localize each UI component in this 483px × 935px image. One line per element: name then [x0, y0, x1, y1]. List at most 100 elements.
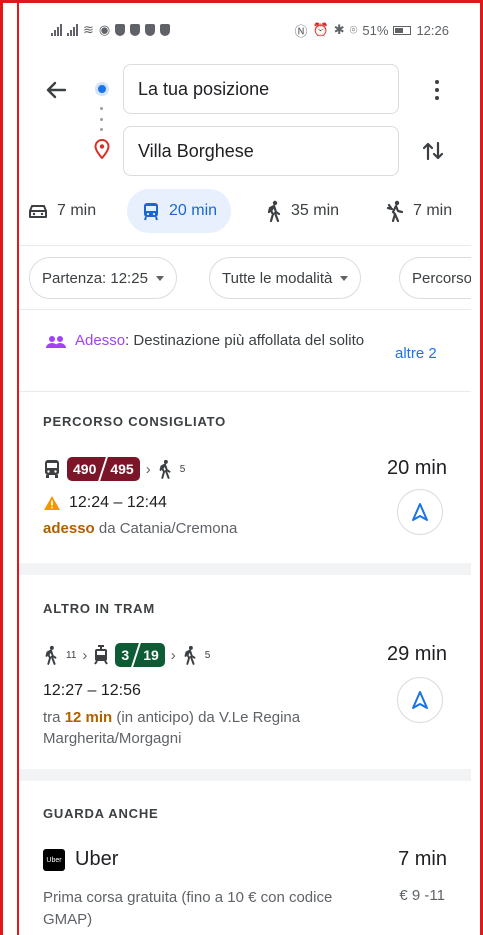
- bus-line-badge: 490 495: [67, 457, 140, 481]
- signal-icon: [67, 24, 78, 36]
- divider: [19, 309, 471, 310]
- transit-icon: [144, 203, 158, 221]
- alarm-icon: ⏰: [312, 22, 329, 37]
- tab-ride[interactable]: 7 min: [385, 189, 452, 233]
- tram-detail: tra 12 min (in anticipo) da V.Le Regina …: [43, 707, 373, 749]
- battery-percent: 51%: [362, 22, 389, 38]
- status-bar: ≋ ◉ Ⓝ ⏰ ✱ ⌾ 51% 12:26: [19, 3, 471, 57]
- tram-wait: 12 min: [64, 709, 113, 726]
- recommended-route-steps[interactable]: 490 495 › 5: [43, 455, 185, 483]
- modes-filter-label: Tutte le modalità: [222, 269, 333, 287]
- crowd-alert-message: : Destinazione più affollata del solito: [125, 332, 365, 349]
- shield-icon: [145, 24, 156, 36]
- destination-pin-icon: [94, 138, 110, 160]
- chevron-right-icon: ›: [145, 460, 151, 478]
- origin-dot-icon: [95, 82, 109, 96]
- chevron-right-icon: ›: [82, 646, 88, 664]
- car-icon: [29, 205, 47, 218]
- tram-times: 12:27 – 12:56: [43, 682, 141, 699]
- destination-input[interactable]: Villa Borghese: [123, 126, 399, 176]
- section-separator: [19, 563, 471, 575]
- modes-filter-chip[interactable]: Tutte le modalità: [209, 257, 362, 299]
- tram-detail-prefix: tra: [43, 709, 65, 726]
- ride-icon: [386, 200, 404, 222]
- now-label: adesso: [43, 520, 95, 537]
- tram-line-badge: 3 19: [115, 643, 165, 667]
- tram-icon: [94, 645, 109, 665]
- walk-icon: [45, 645, 57, 665]
- walk-icon: [267, 200, 281, 222]
- swap-icon[interactable]: [419, 137, 447, 165]
- tab-walk[interactable]: 35 min: [265, 189, 339, 233]
- bluetooth-icon: ✱: [333, 22, 345, 37]
- car-duration: 7 min: [57, 202, 97, 219]
- nfc-icon: Ⓝ: [294, 23, 308, 39]
- crowd-alert: Adesso: Destinazione più affollata del s…: [19, 315, 471, 391]
- uber-promo-text: Prima corsa gratuita (fino a 10 € con co…: [43, 889, 333, 928]
- uber-option-name[interactable]: Uber: [75, 848, 118, 871]
- tab-transit[interactable]: 20 min: [127, 189, 232, 233]
- shield-icon: [130, 24, 141, 36]
- ride-duration: 7 min: [413, 202, 453, 219]
- filter-chips: Partenza: 12:25 Tutte le modalità Percor…: [19, 257, 471, 301]
- origin-input[interactable]: La tua posizione: [123, 64, 399, 114]
- bus-line-number: 495: [110, 461, 134, 477]
- navigate-button[interactable]: [397, 489, 443, 535]
- chevron-right-icon: ›: [170, 646, 176, 664]
- chevron-down-icon: [155, 275, 164, 281]
- departure-filter-label: Partenza: 12:25: [42, 269, 148, 287]
- see-also-title: GUARDA ANCHE: [43, 806, 159, 821]
- navigation-arrow-icon: [412, 503, 428, 521]
- divider: [19, 245, 471, 246]
- walk-minutes: 5: [179, 463, 186, 475]
- uber-duration: 7 min: [398, 848, 447, 870]
- recommended-times-row: 12:24 – 12:44: [43, 494, 167, 512]
- app-screen: ≋ ◉ Ⓝ ⏰ ✱ ⌾ 51% 12:26 La tua posizione V…: [19, 3, 471, 935]
- uber-logo: Uber: [43, 849, 65, 871]
- clock: 12:26: [416, 22, 449, 38]
- crowd-alert-text: Adesso: Destinazione più affollata del s…: [75, 331, 375, 351]
- travel-mode-tabs: 7 min 20 min 35 min 7 min: [19, 189, 471, 235]
- departure-stop: da Catania/Cremona: [94, 520, 238, 537]
- tram-duration: 29 min: [386, 643, 447, 665]
- battery-icon: [393, 25, 412, 35]
- tram-route-steps[interactable]: 11 › 3 19 › 5: [43, 641, 210, 669]
- bus-icon: [45, 460, 59, 478]
- divider: [19, 391, 471, 392]
- screen-frame: ≋ ◉ Ⓝ ⏰ ✱ ⌾ 51% 12:26 La tua posizione V…: [0, 0, 483, 935]
- walk-icon: [184, 645, 196, 665]
- walk-minutes: 11: [66, 649, 77, 661]
- section-separator: [19, 769, 471, 781]
- shield-icon: [160, 24, 171, 36]
- bus-line-number: 490: [73, 461, 97, 477]
- shield-icon: [115, 24, 126, 36]
- route-connector-icon: [100, 107, 103, 131]
- route-filter-label: Percorso: [412, 269, 471, 287]
- chevron-down-icon: [340, 275, 349, 281]
- navigation-arrow-icon: [412, 691, 428, 709]
- navigate-button[interactable]: [397, 677, 443, 723]
- transit-duration: 20 min: [169, 202, 218, 219]
- warning-icon: [44, 496, 60, 510]
- crowd-alert-highlight: Adesso: [75, 332, 126, 349]
- eye-icon: ◉: [98, 22, 111, 37]
- tab-car[interactable]: 7 min: [27, 189, 96, 233]
- recommended-times: 12:24 – 12:44: [69, 494, 167, 511]
- tram-line-number: 19: [143, 647, 159, 663]
- signal-icon: [51, 24, 62, 36]
- location-icon: ⌾: [349, 22, 358, 37]
- walk-icon: [159, 459, 171, 479]
- route-filter-chip[interactable]: Percorso: [399, 257, 471, 299]
- walk-duration: 35 min: [291, 202, 340, 219]
- back-arrow-icon[interactable]: [41, 75, 71, 105]
- recommended-detail: adesso da Catania/Cremona: [43, 518, 373, 539]
- wifi-icon: ≋: [83, 22, 94, 37]
- more-alerts-link[interactable]: altre 2: [395, 345, 437, 362]
- walk-minutes: 5: [204, 649, 211, 661]
- recommended-route-title: PERCORSO CONSIGLIATO: [43, 414, 227, 429]
- more-options-icon[interactable]: [425, 75, 449, 105]
- recommended-duration: 20 min: [386, 457, 447, 479]
- tram-route-title: ALTRO IN TRAM: [43, 601, 155, 616]
- status-left-icons: ≋ ◉: [51, 22, 171, 38]
- departure-filter-chip[interactable]: Partenza: 12:25: [29, 257, 177, 299]
